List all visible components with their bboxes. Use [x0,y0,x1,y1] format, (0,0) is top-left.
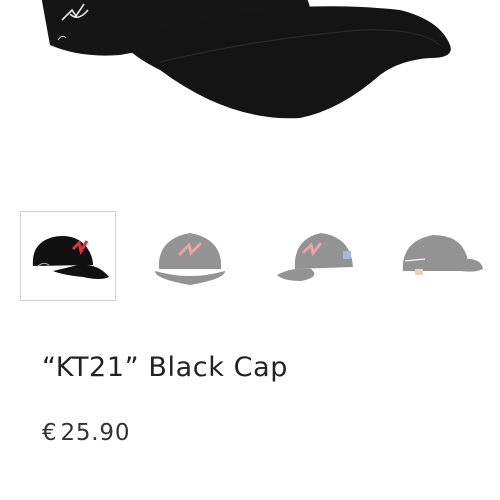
thumbnail-side-left[interactable] [20,211,116,301]
thumbnail-front[interactable] [142,211,238,301]
product-title: “KT21” Black Cap [42,352,288,383]
main-product-image[interactable] [0,0,500,140]
thumbnail-front-angled[interactable] [268,211,364,301]
thumbnail-back[interactable] [392,211,488,301]
product-price: €25.90 [42,420,130,446]
thumbnail-gallery [20,211,490,301]
product-page: “KT21” Black Cap €25.90 [0,0,500,500]
price-amount: 25.90 [60,420,131,446]
price-currency: € [42,420,58,446]
